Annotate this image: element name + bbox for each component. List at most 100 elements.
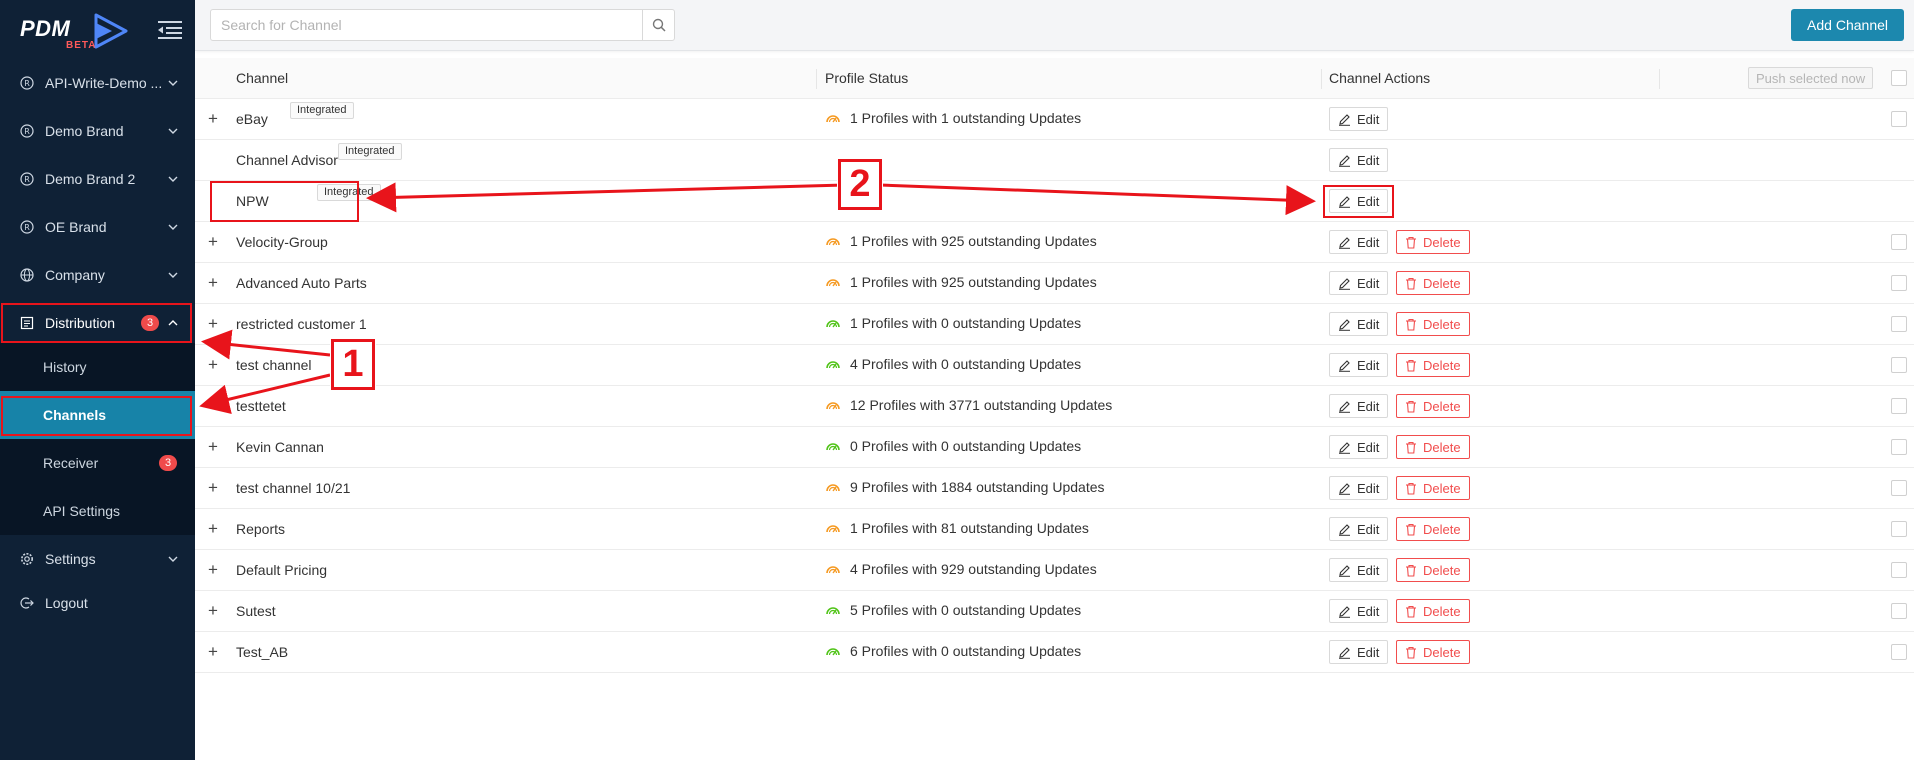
delete-button[interactable]: Delete	[1396, 353, 1470, 377]
expand-row-icon[interactable]: +	[205, 560, 221, 580]
edit-button[interactable]: Edit	[1329, 558, 1389, 582]
sub-item-history[interactable]: History	[0, 343, 195, 391]
nav-item-distribution[interactable]: Distribution 3	[0, 299, 195, 347]
delete-button[interactable]: Delete	[1396, 517, 1470, 541]
integrated-tag: Integrated	[317, 184, 381, 201]
trash-icon	[1406, 359, 1416, 372]
expand-row-icon[interactable]: +	[205, 601, 221, 621]
edit-button[interactable]: Edit	[1329, 517, 1389, 541]
edit-button[interactable]: Edit	[1329, 353, 1389, 377]
row-checkbox[interactable]	[1891, 316, 1907, 332]
channel-name[interactable]: Sutest	[236, 603, 276, 619]
channel-name[interactable]: test channel 10/21	[236, 480, 350, 496]
row-checkbox[interactable]	[1891, 562, 1907, 578]
expand-row-icon[interactable]: +	[205, 109, 221, 129]
edit-label: Edit	[1357, 603, 1380, 619]
profile-status-text: 5 Profiles with 0 outstanding Updates	[850, 602, 1082, 618]
expand-row-icon[interactable]: +	[205, 437, 221, 457]
delete-button[interactable]: Delete	[1396, 394, 1470, 418]
nav-label: Settings	[45, 551, 96, 567]
edit-button[interactable]: Edit	[1329, 435, 1389, 459]
row-checkbox[interactable]	[1891, 644, 1907, 660]
channel-name[interactable]: Velocity-Group	[236, 234, 328, 250]
trash-icon	[1406, 277, 1416, 290]
edit-button[interactable]: Edit	[1329, 599, 1389, 623]
delete-button[interactable]: Delete	[1396, 599, 1470, 623]
row-checkbox[interactable]	[1891, 234, 1907, 250]
edit-icon	[1339, 318, 1350, 331]
delete-button[interactable]: Delete	[1396, 640, 1470, 664]
channel-name[interactable]: Reports	[236, 521, 285, 537]
nav-item-api-write-demo[interactable]: R API-Write-Demo ...	[0, 59, 195, 107]
row-checkbox[interactable]	[1891, 603, 1907, 619]
column-divider	[1659, 69, 1660, 89]
nav-item-demo-brand[interactable]: R Demo Brand	[0, 107, 195, 155]
channel-name[interactable]: restricted customer 1	[236, 316, 367, 332]
table-body: + eBay Integrated 1 Profiles with 1 outstan…	[195, 99, 1914, 673]
delete-button[interactable]: Delete	[1396, 476, 1470, 500]
delete-button[interactable]: Delete	[1396, 558, 1470, 582]
channel-name[interactable]: test channel	[236, 357, 312, 373]
edit-button[interactable]: Edit	[1329, 148, 1389, 172]
edit-button[interactable]: Edit	[1329, 189, 1389, 213]
edit-button[interactable]: Edit	[1329, 476, 1389, 500]
nav-item-oe-brand[interactable]: R OE Brand	[0, 203, 195, 251]
trash-icon	[1406, 523, 1416, 536]
profile-status: 1 Profiles with 925 outstanding Updates	[825, 233, 1097, 249]
delete-button[interactable]: Delete	[1396, 435, 1470, 459]
channel-name[interactable]: eBay	[236, 111, 268, 127]
sub-item-label: Receiver	[43, 455, 99, 471]
delete-button[interactable]: Delete	[1396, 312, 1470, 336]
expand-row-icon[interactable]: +	[205, 273, 221, 293]
trash-icon	[1406, 400, 1416, 413]
column-header-channel: Channel	[236, 70, 289, 86]
menu-collapse-icon[interactable]	[158, 20, 182, 40]
row-checkbox[interactable]	[1891, 480, 1907, 496]
table-header: Channel Profile Status Channel Actions P…	[195, 58, 1914, 99]
row-checkbox[interactable]	[1891, 357, 1907, 373]
channel-name[interactable]: Default Pricing	[236, 562, 327, 578]
add-channel-button[interactable]: Add Channel	[1791, 9, 1904, 41]
row-checkbox[interactable]	[1891, 398, 1907, 414]
expand-row-icon[interactable]: +	[205, 314, 221, 334]
edit-button[interactable]: Edit	[1329, 312, 1389, 336]
expand-row-icon[interactable]: +	[205, 519, 221, 539]
row-checkbox[interactable]	[1891, 439, 1907, 455]
logo[interactable]: PDM BETA	[20, 10, 140, 52]
row-checkbox[interactable]	[1891, 111, 1907, 127]
nav-item-company[interactable]: Company	[0, 251, 195, 299]
edit-button[interactable]: Edit	[1329, 640, 1389, 664]
table-row: + test channel 10/21 9 Profiles with 1884 …	[195, 468, 1914, 509]
search-input[interactable]	[211, 10, 642, 40]
select-all-checkbox[interactable]	[1891, 70, 1907, 86]
expand-row-icon[interactable]: +	[205, 232, 221, 252]
sub-item-receiver[interactable]: Receiver 3	[0, 439, 195, 487]
channel-name[interactable]: Kevin Cannan	[236, 439, 324, 455]
edit-button[interactable]: Edit	[1329, 271, 1389, 295]
nav-item-demo-brand-2[interactable]: R Demo Brand 2	[0, 155, 195, 203]
expand-row-icon[interactable]: +	[205, 396, 221, 416]
channel-name[interactable]: Advanced Auto Parts	[236, 275, 367, 291]
search-button[interactable]	[642, 10, 674, 40]
push-selected-button[interactable]: Push selected now	[1748, 67, 1874, 89]
expand-row-icon[interactable]: +	[205, 355, 221, 375]
channel-name[interactable]: Test_AB	[236, 644, 288, 660]
profile-status: 1 Profiles with 925 outstanding Updates	[825, 274, 1097, 290]
row-checkbox[interactable]	[1891, 275, 1907, 291]
edit-label: Edit	[1357, 234, 1380, 250]
delete-button[interactable]: Delete	[1396, 271, 1470, 295]
channel-name[interactable]: NPW	[236, 193, 269, 209]
sub-item-api-settings[interactable]: API Settings	[0, 487, 195, 535]
sub-item-channels[interactable]: Channels	[0, 391, 195, 439]
nav-item-settings[interactable]: Settings	[0, 535, 195, 583]
channel-name[interactable]: testtetet	[236, 398, 286, 414]
edit-button[interactable]: Edit	[1329, 107, 1389, 131]
edit-button[interactable]: Edit	[1329, 230, 1389, 254]
row-checkbox[interactable]	[1891, 521, 1907, 537]
nav-item-logout[interactable]: Logout	[0, 579, 195, 627]
channel-name[interactable]: Channel Advisor	[236, 152, 338, 168]
edit-button[interactable]: Edit	[1329, 394, 1389, 418]
expand-row-icon[interactable]: +	[205, 642, 221, 662]
delete-button[interactable]: Delete	[1396, 230, 1470, 254]
expand-row-icon[interactable]: +	[205, 478, 221, 498]
